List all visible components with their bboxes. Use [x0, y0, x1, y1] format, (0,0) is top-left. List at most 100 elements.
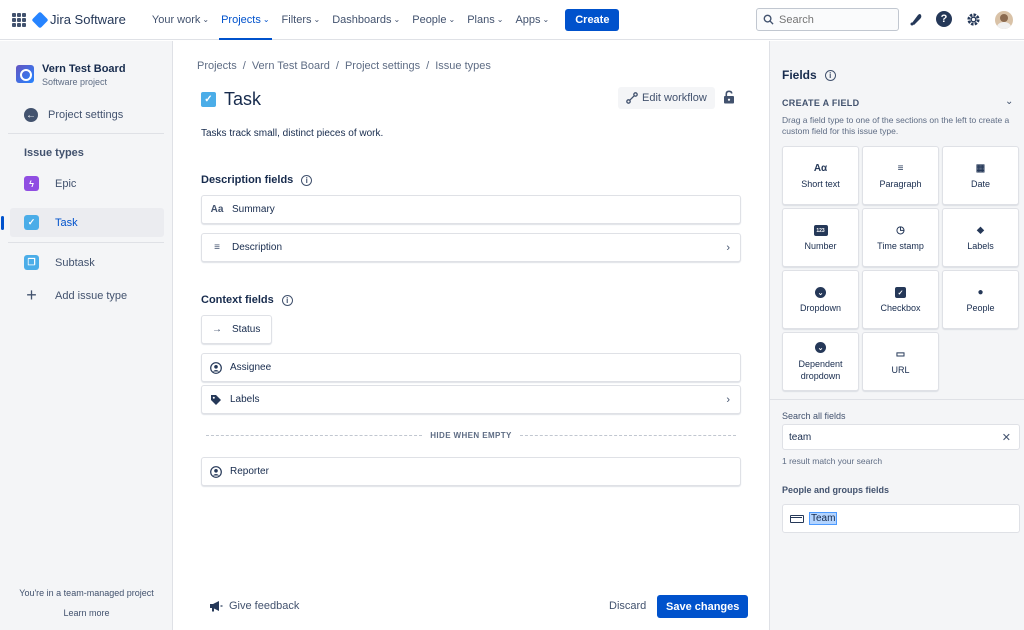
add-issue-type-button[interactable]: + Add issue type: [0, 281, 164, 310]
chevron-down-icon[interactable]: ⌄: [1005, 96, 1013, 107]
panel-title: Fields: [782, 68, 817, 82]
issue-type-description[interactable]: Tasks track small, distinct pieces of wo…: [201, 128, 383, 139]
field-type-time-stamp[interactable]: ◷ Time stamp: [862, 208, 939, 267]
sidebar-item-subtask[interactable]: ❐ Subtask: [0, 248, 164, 277]
discard-button[interactable]: Discard: [609, 600, 646, 612]
settings-gear-icon[interactable]: [965, 11, 981, 27]
create-button[interactable]: Create: [565, 8, 620, 31]
back-to-project-settings[interactable]: ← Project settings: [24, 107, 172, 123]
save-changes-button[interactable]: Save changes: [657, 595, 749, 618]
sidebar-item-label: Subtask: [55, 256, 95, 269]
field-assignee[interactable]: Assignee: [201, 353, 741, 382]
app-name: Jira Software: [50, 12, 126, 27]
app-switcher-icon[interactable]: [12, 12, 26, 27]
description-fields-heading: Description fields i: [201, 174, 313, 186]
field-reporter[interactable]: Reporter: [201, 457, 741, 486]
info-icon[interactable]: i: [301, 174, 313, 186]
learn-more-link[interactable]: Learn more: [0, 608, 173, 618]
info-icon[interactable]: i: [281, 294, 293, 306]
project-name: Vern Test Board: [42, 63, 126, 75]
lock-icon[interactable]: [723, 90, 735, 104]
jira-logo-icon: [31, 11, 49, 28]
fields-panel-title: Fields i: [782, 68, 836, 82]
workflow-icon: [626, 92, 638, 104]
nav-label: People: [412, 13, 447, 26]
team-managed-note: You're in a team-managed project: [19, 588, 154, 598]
field-type-paragraph[interactable]: ≡ Paragraph: [862, 146, 939, 205]
edit-workflow-button[interactable]: Edit workflow: [618, 87, 715, 109]
person-icon: [210, 465, 222, 478]
notifications-icon[interactable]: [908, 11, 924, 27]
field-type-tiles: Aα Short text ≡ Paragraph ▦ Date 123 Num…: [782, 146, 1019, 391]
field-type-dropdown[interactable]: ⌄ Dropdown: [782, 270, 859, 329]
nav-filters[interactable]: Filters ⌄: [276, 0, 327, 40]
global-search[interactable]: [756, 8, 899, 31]
search-fields-box[interactable]: ✕: [782, 424, 1020, 450]
nav-plans[interactable]: Plans ⌄: [461, 0, 509, 40]
sidebar-item-epic[interactable]: ϟ Epic: [0, 169, 164, 198]
breadcrumb-item[interactable]: Vern Test Board: [252, 60, 330, 72]
field-label: Summary: [232, 204, 275, 215]
breadcrumb-item[interactable]: Project settings: [345, 60, 420, 72]
sidebar-item-task[interactable]: ✓ Task: [1, 208, 164, 237]
chevron-down-icon: ⌄: [262, 15, 270, 24]
epic-icon: ϟ: [24, 176, 39, 191]
field-type-short-text[interactable]: Aα Short text: [782, 146, 859, 205]
nav-label: Plans: [467, 13, 495, 26]
field-type-checkbox[interactable]: ✓ Checkbox: [862, 270, 939, 329]
info-icon[interactable]: i: [824, 69, 836, 81]
nav-people[interactable]: People ⌄: [406, 0, 461, 40]
search-icon: [763, 14, 774, 25]
give-feedback-button[interactable]: Give feedback: [209, 600, 299, 612]
field-type-url[interactable]: ▭ URL: [862, 332, 939, 391]
create-field-description: Drag a field type to one of the sections…: [782, 115, 1010, 136]
tile-label: Dependent dropdown: [798, 358, 843, 381]
field-type-number[interactable]: 123 Number: [782, 208, 859, 267]
tile-label: Date: [970, 178, 990, 189]
clock-icon: ◷: [896, 225, 905, 236]
field-label: Labels: [230, 394, 260, 405]
hide-when-empty-divider: HIDE WHEN EMPTY: [206, 431, 736, 440]
tile-label: Checkbox: [880, 302, 921, 313]
chevron-down-icon: ⌄: [202, 15, 210, 24]
tile-label: Short text: [801, 178, 840, 189]
field-label: Status: [232, 324, 261, 335]
tile-label: Number: [804, 240, 837, 251]
help-icon[interactable]: ?: [936, 11, 952, 27]
clear-search-icon[interactable]: ✕: [1002, 431, 1011, 444]
project-header[interactable]: Vern Test Board Software project: [0, 41, 172, 87]
user-avatar[interactable]: [995, 11, 1013, 29]
field-type-labels[interactable]: ⬥ Labels: [942, 208, 1019, 267]
person-icon: [210, 361, 222, 374]
field-type-people[interactable]: ● People: [942, 270, 1019, 329]
field-labels[interactable]: Labels ›: [201, 385, 741, 414]
nav-projects[interactable]: Projects ⌄: [215, 0, 275, 40]
add-issue-type-label: Add issue type: [55, 289, 128, 302]
search-input[interactable]: [779, 13, 879, 26]
dropdown-icon: ⌄: [815, 287, 826, 298]
field-summary[interactable]: Aa Summary: [201, 195, 741, 224]
give-feedback-label: Give feedback: [229, 600, 300, 612]
breadcrumb-item[interactable]: Issue types: [435, 60, 491, 72]
nav-label: Your work: [151, 13, 201, 26]
jira-logo[interactable]: Jira Software: [31, 11, 126, 28]
field-type-dependent-dropdown[interactable]: ⌄ Dependent dropdown: [782, 332, 859, 391]
sidebar-item-label: Epic: [55, 177, 77, 190]
number-icon: 123: [813, 225, 828, 236]
search-fields-input[interactable]: [789, 431, 989, 443]
nav-apps[interactable]: Apps ⌄: [509, 0, 555, 40]
tile-label: Time stamp: [877, 240, 924, 251]
breadcrumb-item[interactable]: Projects: [197, 60, 237, 72]
chevron-right-icon: ›: [726, 394, 730, 406]
page-title[interactable]: Task: [224, 89, 261, 110]
field-description[interactable]: ≡ Description ›: [201, 233, 741, 262]
nav-your-work[interactable]: Your work ⌄: [146, 0, 215, 40]
field-type-date[interactable]: ▦ Date: [942, 146, 1019, 205]
back-label: Project settings: [48, 109, 124, 121]
tile-label: Labels: [967, 240, 994, 251]
field-status[interactable]: → Status: [201, 315, 272, 344]
page-title-row: ✓ Task: [201, 89, 261, 110]
field-result-team[interactable]: Team: [782, 504, 1020, 533]
tile-label: People: [966, 302, 995, 313]
nav-dashboards[interactable]: Dashboards ⌄: [326, 0, 406, 40]
